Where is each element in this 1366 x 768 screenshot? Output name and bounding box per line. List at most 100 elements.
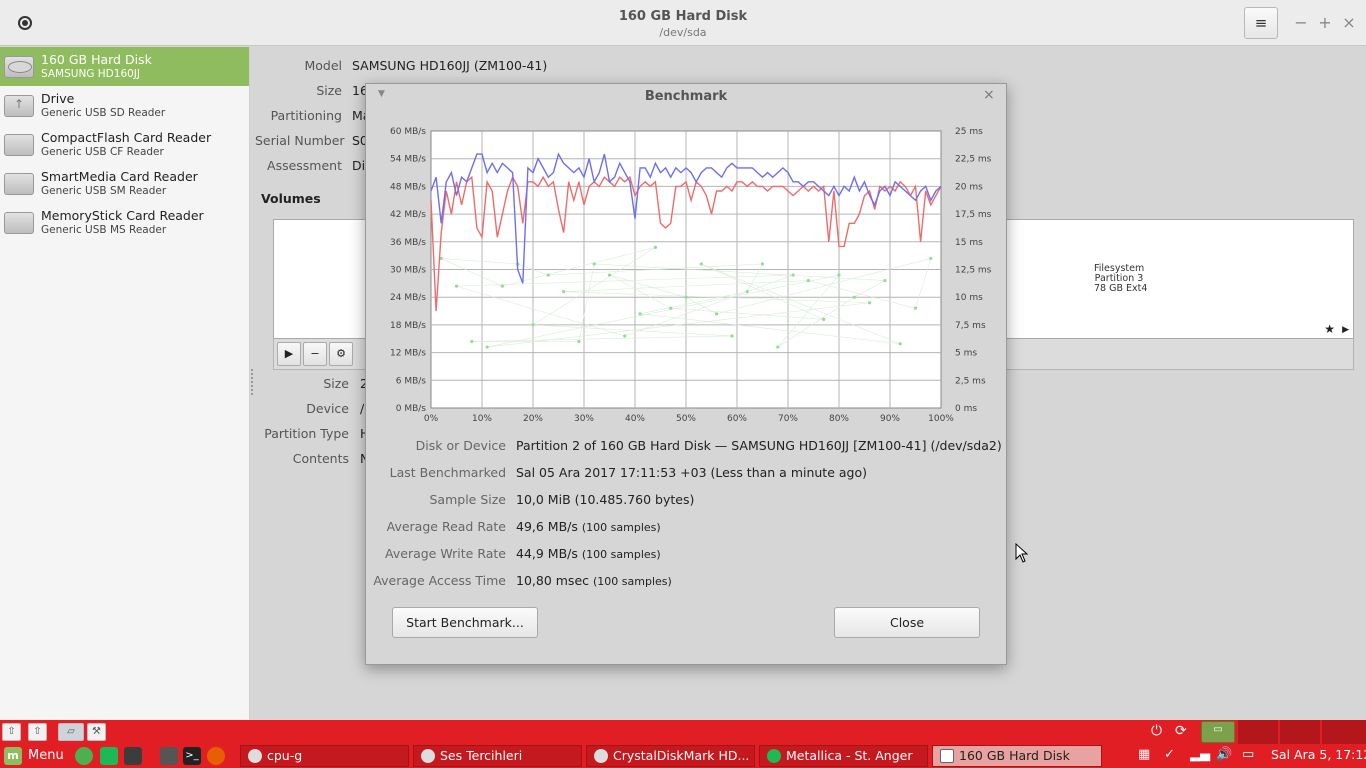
minimize-icon[interactable]: − bbox=[1292, 13, 1310, 32]
model-value: SAMSUNG HD160JJ (ZM100-41) bbox=[352, 58, 548, 73]
chrome-launcher-icon[interactable] bbox=[75, 747, 93, 765]
access-time-point bbox=[653, 245, 657, 249]
task-ses-tercihleri[interactable]: Ses Tercihleri bbox=[413, 745, 582, 767]
y-left-tick-label: 48 MB/s bbox=[390, 182, 426, 192]
sidebar-item-hard-disk[interactable]: 160 GB Hard Disk SAMSUNG HD160JJ bbox=[0, 47, 249, 86]
files-launcher-icon[interactable] bbox=[124, 747, 142, 765]
x-tick-label: 90% bbox=[880, 414, 900, 424]
power-icon[interactable]: ⏻ bbox=[1151, 723, 1162, 739]
usb-eject-icon[interactable]: ⇧ bbox=[2, 723, 21, 741]
task-metallica[interactable]: Metallica - St. Anger bbox=[759, 745, 928, 767]
volume-icon[interactable]: 🔊 bbox=[1216, 747, 1232, 762]
disk-device-value: Partition 2 of 160 GB Hard Disk — SAMSUN… bbox=[516, 438, 1002, 453]
battery-icon[interactable]: ▭ bbox=[1242, 747, 1254, 762]
access-time-point bbox=[500, 284, 504, 288]
access-time-point bbox=[638, 312, 642, 316]
access-time-point bbox=[531, 323, 535, 327]
sound-settings-icon bbox=[421, 749, 435, 763]
window-title: 160 GB Hard Disk bbox=[618, 9, 748, 24]
close-window-icon[interactable]: × bbox=[1340, 13, 1358, 32]
spotify-icon bbox=[767, 749, 781, 763]
task-cpu-g[interactable]: cpu-g bbox=[240, 745, 409, 767]
x-tick-label: 20% bbox=[523, 414, 543, 424]
access-time-point bbox=[684, 295, 688, 299]
workspace-3[interactable] bbox=[1280, 720, 1320, 744]
close-button[interactable]: Close bbox=[834, 607, 980, 638]
task-label: cpu-g bbox=[267, 748, 303, 763]
task-hard-disk[interactable]: 160 GB Hard Disk bbox=[932, 745, 1102, 767]
remove-partition-button[interactable]: − bbox=[303, 342, 327, 366]
model-label: Model bbox=[304, 58, 342, 73]
drive-name: SmartMedia Card Reader bbox=[41, 169, 198, 184]
settings-launcher-icon[interactable]: ⚒ bbox=[87, 723, 106, 741]
access-time-point bbox=[730, 334, 734, 338]
disks-launcher-icon[interactable] bbox=[160, 747, 178, 765]
avg-write-label: Average Write Rate bbox=[385, 546, 506, 561]
drive-launcher-icon[interactable]: ▱ bbox=[58, 723, 84, 741]
task-label: 160 GB Hard Disk bbox=[959, 748, 1070, 763]
spotify-launcher-icon[interactable] bbox=[100, 747, 118, 765]
x-tick-label: 50% bbox=[676, 414, 696, 424]
terminal-launcher-icon[interactable]: >_ bbox=[183, 747, 201, 765]
y-right-tick-label: 0 ms bbox=[955, 404, 977, 414]
keyboard-icon[interactable]: ▦ bbox=[1138, 747, 1150, 762]
hard-disk-icon bbox=[4, 56, 34, 78]
taskbar: m Menu >_ cpu-g Ses Tercihleri CrystalDis… bbox=[0, 744, 1366, 768]
partition-3-size: 78 GB Ext4 bbox=[1094, 283, 1148, 294]
benchmark-chart: 0% 10% 20% 30% 40% 50% 60% 70% 80% 90% 100% 0 MB/s 6… bbox=[390, 127, 992, 424]
network-signal-icon[interactable]: ▂▄ bbox=[1190, 747, 1210, 762]
access-time-point bbox=[562, 290, 566, 294]
access-time-point bbox=[852, 295, 856, 299]
maximize-icon[interactable]: + bbox=[1316, 13, 1334, 32]
refresh-icon[interactable]: ⟳ bbox=[1175, 723, 1187, 739]
y-left-tick-label: 12 MB/s bbox=[390, 349, 426, 359]
access-time-point bbox=[776, 345, 780, 349]
menu-button[interactable]: m Menu bbox=[4, 746, 64, 766]
access-time-point bbox=[623, 334, 627, 338]
sidebar-item-ms-reader[interactable]: MemoryStick Card Reader Generic USB MS R… bbox=[0, 203, 249, 242]
serial-label: Serial Number bbox=[255, 133, 345, 148]
x-tick-label: 70% bbox=[778, 414, 798, 424]
avg-write-rate: 44,9 MB/s bbox=[516, 546, 578, 561]
y-right-tick-label: 17,5 ms bbox=[955, 210, 992, 220]
volume-size-label: Size bbox=[323, 376, 349, 391]
y-left-tick-label: 42 MB/s bbox=[390, 210, 426, 220]
drive-name: Drive bbox=[41, 91, 75, 106]
y-left-tick-label: 36 MB/s bbox=[390, 238, 426, 248]
sidebar-item-sm-reader[interactable]: SmartMedia Card Reader Generic USB SM Re… bbox=[0, 164, 249, 203]
task-crystaldiskmark[interactable]: CrystalDiskMark HD... bbox=[586, 745, 755, 767]
update-shield-icon[interactable]: ✓ bbox=[1164, 747, 1175, 762]
dialog-title: Benchmark bbox=[644, 89, 728, 104]
y-left-tick-label: 30 MB/s bbox=[390, 266, 426, 276]
x-tick-label: 100% bbox=[928, 414, 954, 424]
gear-icon[interactable]: ⚙ bbox=[329, 342, 353, 366]
volumes-heading: Volumes bbox=[261, 191, 321, 206]
usb-eject-icon[interactable]: ⇧ bbox=[28, 723, 47, 741]
access-time-point bbox=[577, 339, 581, 344]
access-time-point bbox=[454, 284, 459, 288]
dialog-close-icon[interactable]: × bbox=[983, 87, 995, 103]
x-tick-label: 30% bbox=[574, 414, 594, 424]
sidebar-item-cf-reader[interactable]: CompactFlash Card Reader Generic USB CF … bbox=[0, 125, 249, 164]
start-benchmark-button[interactable]: Start Benchmark... bbox=[392, 607, 538, 638]
task-label: CrystalDiskMark HD... bbox=[613, 748, 750, 763]
workspace-2[interactable] bbox=[1238, 720, 1278, 744]
mount-play-button[interactable]: ▶ bbox=[277, 342, 301, 366]
y-right-tick-label: 5 ms bbox=[955, 349, 977, 359]
last-benchmarked-value: Sal 05 Ara 2017 17:11:53 +03 (Less than … bbox=[516, 465, 867, 480]
pane-resize-handle[interactable] bbox=[251, 369, 255, 395]
volume-device-value: / bbox=[360, 401, 365, 416]
firefox-launcher-icon[interactable] bbox=[207, 747, 225, 765]
access-time-point bbox=[791, 273, 795, 277]
access-time-point bbox=[929, 256, 933, 261]
sidebar-item-sd-drive[interactable]: Drive Generic USB SD Reader bbox=[0, 86, 249, 125]
partition-3-block[interactable]: Filesystem Partition 3 78 GB Ext4 bbox=[1094, 264, 1148, 294]
workspace-1-icon[interactable]: ▭ bbox=[1201, 721, 1235, 743]
mint-logo-icon: m bbox=[4, 746, 22, 765]
clock[interactable]: Sal Ara 5, 17:12 bbox=[1271, 747, 1366, 762]
access-time-point bbox=[837, 273, 841, 277]
workspace-4[interactable] bbox=[1322, 720, 1366, 744]
hamburger-menu-button[interactable]: ≡ bbox=[1244, 7, 1278, 39]
assessment-value: Di bbox=[352, 158, 366, 173]
x-tick-label: 40% bbox=[625, 414, 645, 424]
